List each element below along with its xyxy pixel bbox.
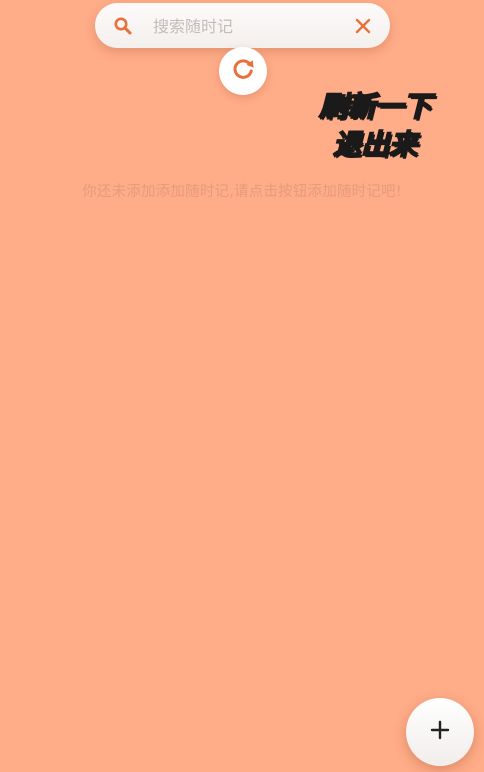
close-icon[interactable] — [354, 17, 372, 35]
refresh-icon — [229, 55, 257, 87]
plus-icon — [429, 719, 451, 745]
overlay-caption-line1: 刷新一下 — [318, 89, 432, 124]
overlay-caption-line2: 退出来 — [332, 127, 418, 162]
app-screen: 刷新一下 退出来 你还未添加添加随时记,请点击按钮添加随时记吧! — [0, 0, 484, 772]
add-note-button[interactable] — [406, 698, 474, 766]
search-bar — [95, 3, 390, 48]
refresh-button[interactable] — [219, 47, 267, 95]
search-icon — [113, 16, 133, 36]
search-input[interactable] — [151, 10, 335, 43]
overlay-caption: 刷新一下 退出来 — [300, 88, 450, 164]
empty-state-message: 你还未添加添加随时记,请点击按钮添加随时记吧! — [82, 184, 402, 200]
